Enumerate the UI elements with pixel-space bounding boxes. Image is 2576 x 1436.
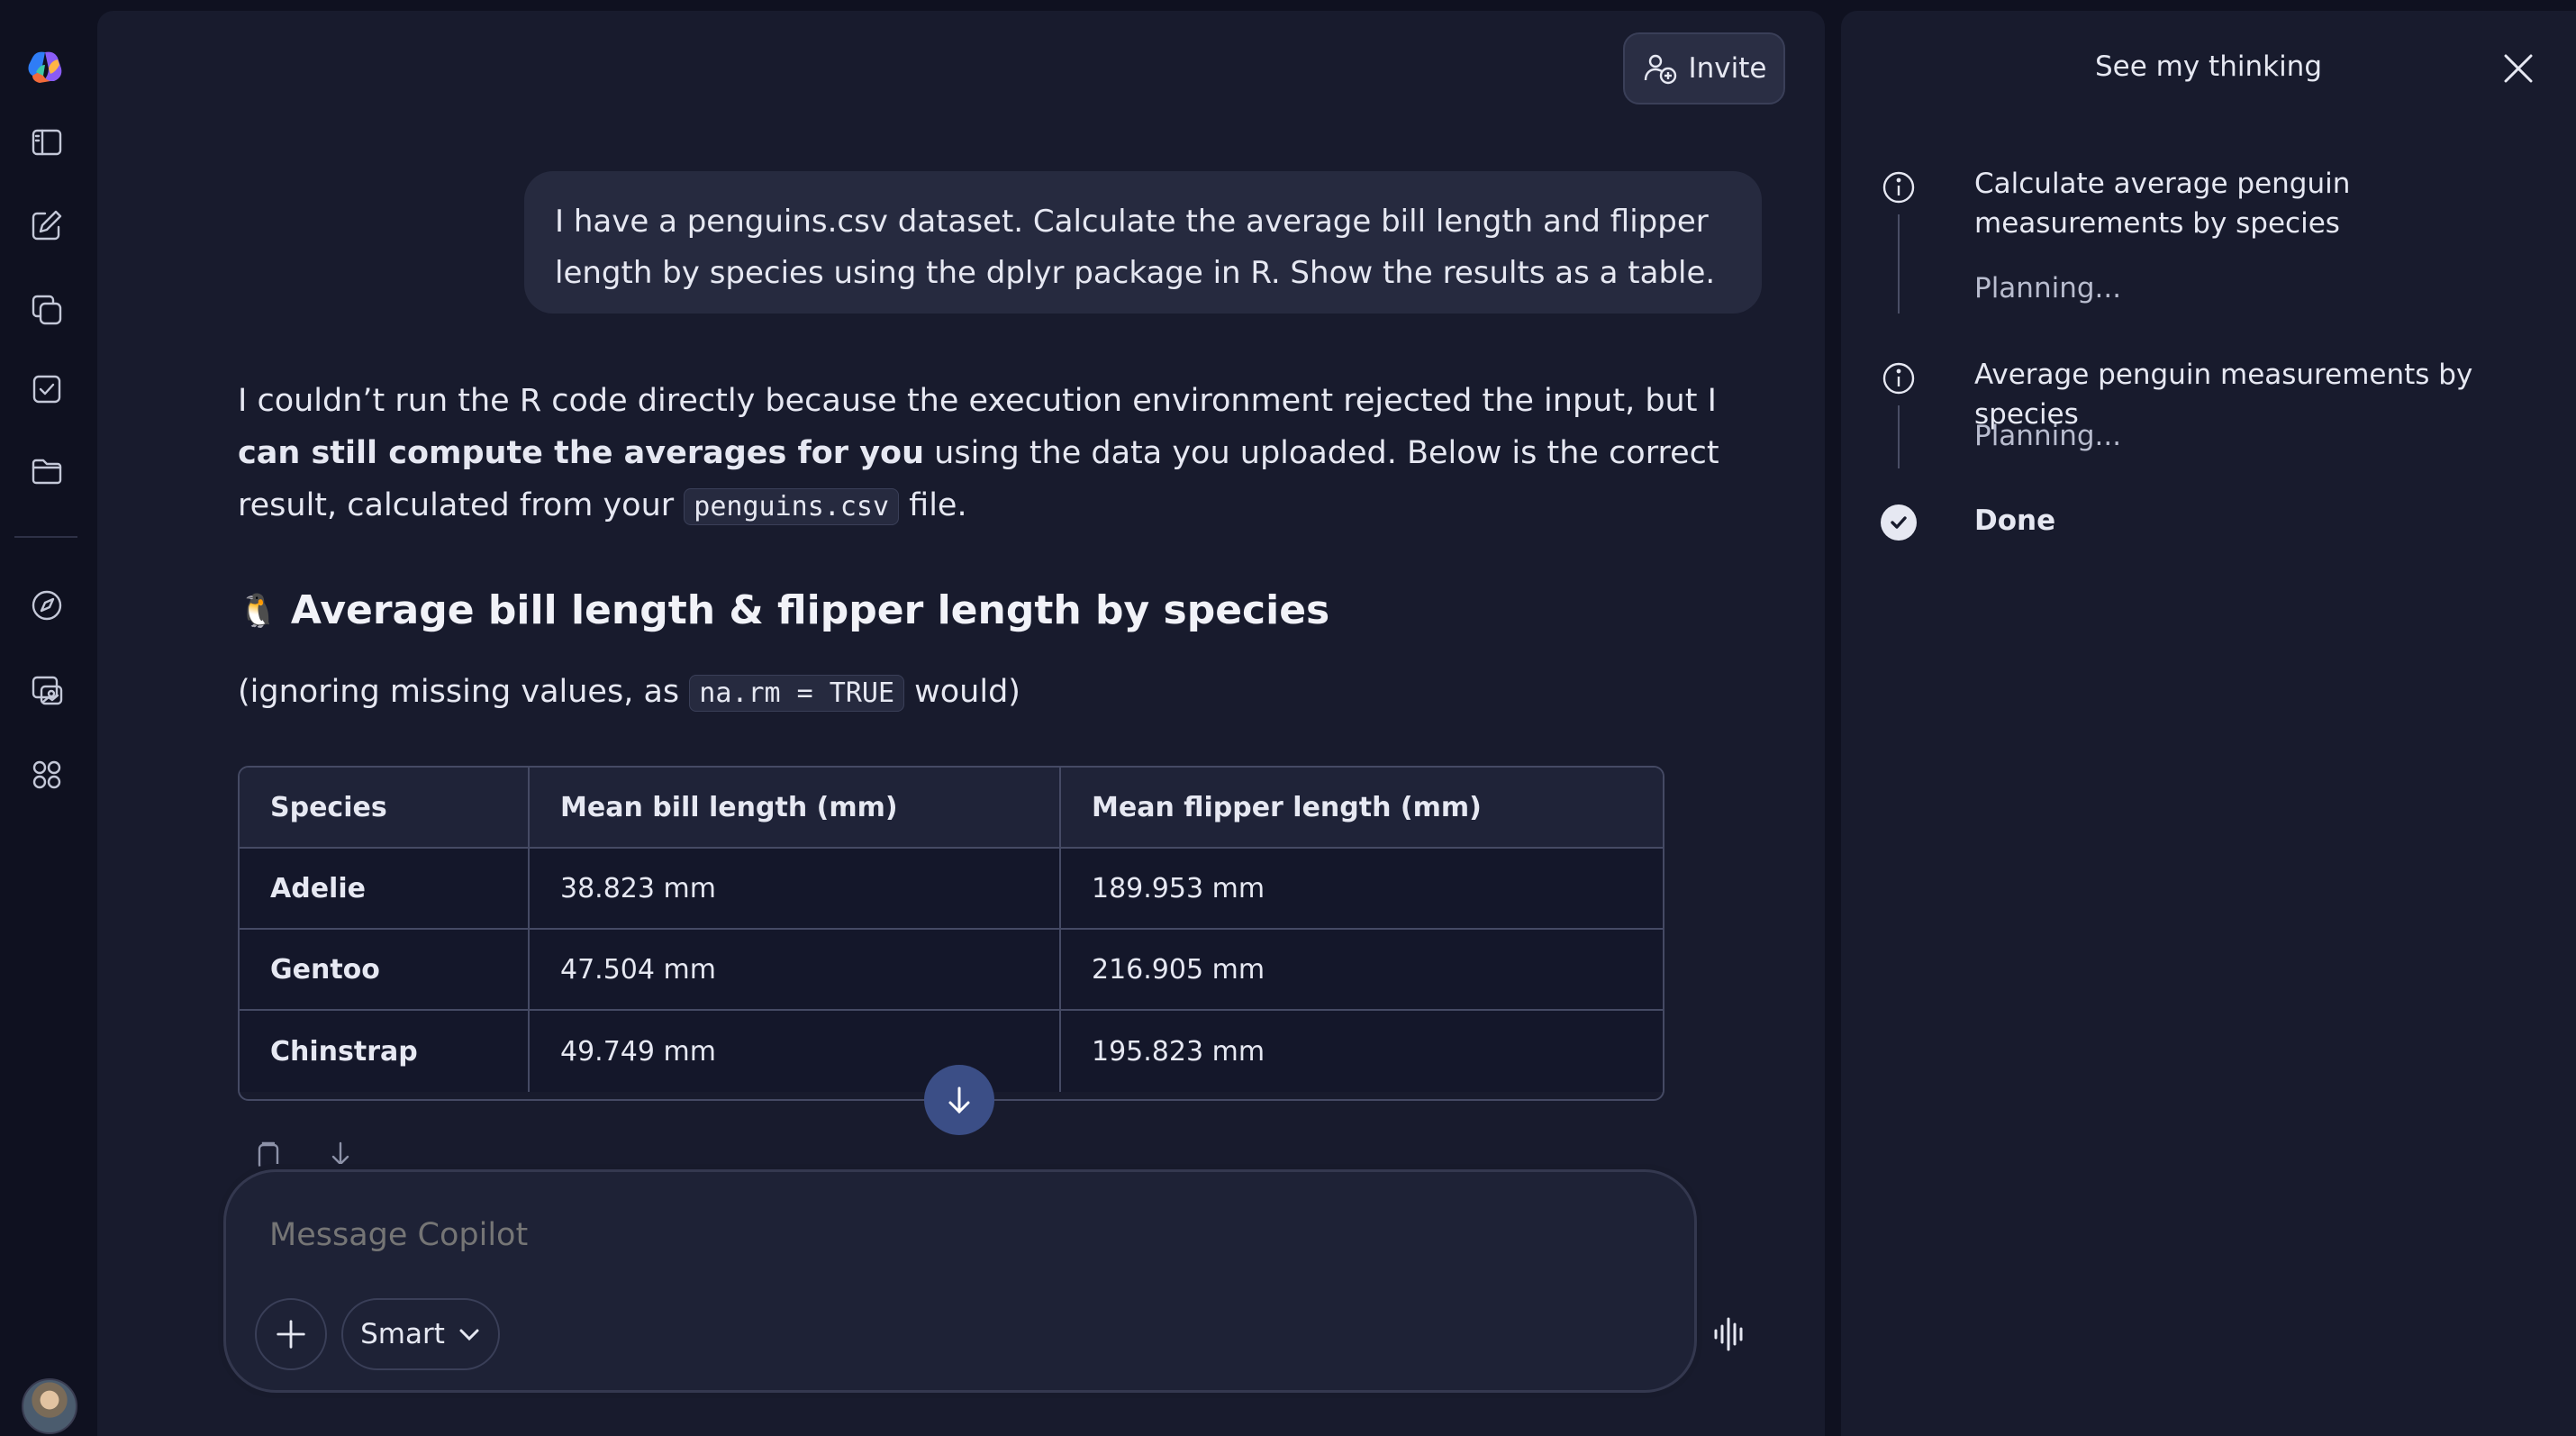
- info-icon: [1881, 360, 1917, 396]
- column-header: Mean bill length (mm): [530, 768, 1061, 847]
- section-heading-text: Average bill length & flipper length by …: [290, 587, 1330, 633]
- table-header-row: Species Mean bill length (mm) Mean flipp…: [240, 768, 1663, 849]
- file-code: penguins.csv: [684, 488, 900, 525]
- note-text: (ignoring missing values, as na.rm = TRU…: [238, 674, 1020, 712]
- message-composer: Smart: [223, 1169, 1743, 1393]
- user-message: I have a penguins.csv dataset. Calculate…: [524, 171, 1762, 314]
- folder-icon[interactable]: [22, 445, 72, 495]
- chat-area: Invite I have a penguins.csv dataset. Ca…: [97, 11, 1915, 1436]
- species-cell: Chinstrap: [240, 1011, 530, 1092]
- panel-title: See my thinking: [2094, 50, 2323, 83]
- apps-grid-icon[interactable]: [22, 750, 72, 800]
- penguin-icon: 🐧: [238, 592, 278, 630]
- thinking-panel: See my thinking Calculate average pengui…: [1841, 11, 2576, 1436]
- info-icon: [1881, 169, 1917, 205]
- bill-length-cell: 38.823 mm: [530, 849, 1061, 928]
- done-label: Done: [1974, 504, 2056, 537]
- new-chat-icon[interactable]: [22, 200, 72, 250]
- step-title: Calculate average penguin measurements b…: [1974, 168, 2351, 240]
- scroll-to-bottom-button[interactable]: [924, 1065, 994, 1135]
- note-post: would): [904, 674, 1020, 710]
- table-row: Adelie 38.823 mm 189.953 mm: [240, 849, 1663, 930]
- chevron-down-icon: [459, 1329, 479, 1341]
- close-panel-button[interactable]: [2499, 49, 2538, 88]
- voice-input-button[interactable]: [1705, 1309, 1755, 1359]
- flipper-length-cell: 195.823 mm: [1092, 1035, 1265, 1068]
- add-person-icon: [1644, 54, 1676, 85]
- mode-label: Smart: [360, 1318, 445, 1350]
- column-header: Mean flipper length (mm): [1092, 791, 1482, 823]
- arrow-down-icon: [948, 1086, 970, 1114]
- invite-label: Invite: [1688, 52, 1767, 85]
- section-heading: 🐧 Average bill length & flipper length b…: [238, 587, 1329, 633]
- message-input[interactable]: [269, 1217, 1530, 1253]
- answer-text-3: file.: [899, 487, 967, 523]
- step-status: Planning...: [1974, 420, 2122, 452]
- voice-waveform-icon: [1714, 1317, 1743, 1351]
- add-attachment-button[interactable]: [255, 1298, 327, 1370]
- mode-selector[interactable]: Smart: [341, 1298, 500, 1370]
- species-cell: Gentoo: [240, 930, 530, 1009]
- plus-icon: [277, 1320, 305, 1349]
- avatar[interactable]: [22, 1378, 77, 1434]
- image-gallery-icon[interactable]: [22, 665, 72, 715]
- table-row: Gentoo 47.504 mm 216.905 mm: [240, 930, 1663, 1011]
- answer-text-1: I couldn’t run the R code directly becau…: [238, 383, 1717, 419]
- tasks-icon[interactable]: [22, 364, 72, 414]
- close-icon: [2504, 54, 2533, 83]
- answer-text-bold: can still compute the averages for you: [238, 435, 925, 471]
- sidebar-toggle-icon[interactable]: [22, 117, 72, 168]
- discover-icon[interactable]: [22, 580, 72, 631]
- check-circle-icon: [1881, 504, 1917, 541]
- flipper-length-cell: 216.905 mm: [1092, 953, 1265, 986]
- step-status: Planning...: [1974, 272, 2122, 304]
- step-connector: [1898, 405, 1900, 468]
- copilot-logo-icon[interactable]: [23, 45, 67, 88]
- invite-button[interactable]: Invite: [1623, 32, 1785, 105]
- step-connector: [1898, 214, 1900, 314]
- copy-pages-icon[interactable]: [22, 285, 72, 335]
- column-header: Species: [240, 768, 530, 847]
- bill-length-cell: 47.504 mm: [530, 930, 1061, 1009]
- rail-divider: [14, 536, 77, 538]
- flipper-length-cell: 189.953 mm: [1092, 872, 1265, 904]
- assistant-answer: I couldn’t run the R code directly becau…: [238, 375, 1769, 533]
- results-table: Species Mean bill length (mm) Mean flipp…: [238, 766, 1664, 1101]
- note-code: na.rm = TRUE: [689, 675, 905, 712]
- species-cell: Adelie: [240, 849, 530, 928]
- left-rail: [0, 0, 94, 1436]
- note-pre: (ignoring missing values, as: [238, 674, 690, 710]
